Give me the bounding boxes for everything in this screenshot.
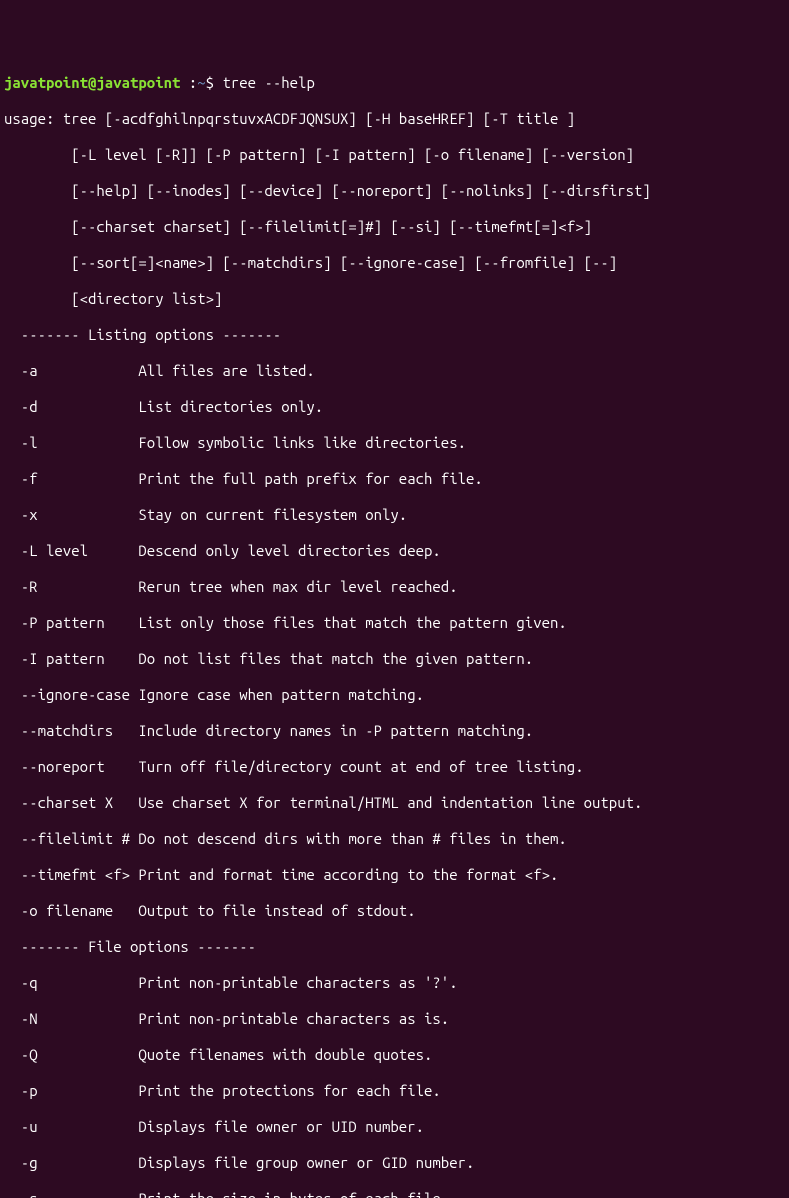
listing-header: ------- Listing options ------- bbox=[4, 326, 785, 344]
prompt-user-host: javatpoint@javatpoint bbox=[4, 74, 180, 91]
usage-line-1: [-L level [-R]] [-P pattern] [-I pattern… bbox=[4, 146, 785, 164]
listing-option-x: -x Stay on current filesystem only. bbox=[4, 506, 785, 524]
prompt-separator: : bbox=[180, 74, 197, 91]
listing-option-noreport: --noreport Turn off file/directory count… bbox=[4, 758, 785, 776]
file-option-N: -N Print non-printable characters as is. bbox=[4, 1010, 785, 1028]
listing-option-L: -L level Descend only level directories … bbox=[4, 542, 785, 560]
listing-option-d: -d List directories only. bbox=[4, 398, 785, 416]
file-option-u: -u Displays file owner or UID number. bbox=[4, 1118, 785, 1136]
usage-line-5: [<directory list>] bbox=[4, 290, 785, 308]
listing-option-R: -R Rerun tree when max dir level reached… bbox=[4, 578, 785, 596]
listing-option-filelimit: --filelimit # Do not descend dirs with m… bbox=[4, 830, 785, 848]
listing-option-matchdirs: --matchdirs Include directory names in -… bbox=[4, 722, 785, 740]
listing-option-charset: --charset X Use charset X for terminal/H… bbox=[4, 794, 785, 812]
listing-option-l: -l Follow symbolic links like directorie… bbox=[4, 434, 785, 452]
usage-line-0: usage: tree [-acdfghilnpqrstuvxACDFJQNSU… bbox=[4, 110, 785, 128]
listing-option-ignore-case: --ignore-case Ignore case when pattern m… bbox=[4, 686, 785, 704]
listing-option-o: -o filename Output to file instead of st… bbox=[4, 902, 785, 920]
file-option-p: -p Print the protections for each file. bbox=[4, 1082, 785, 1100]
file-header: ------- File options ------- bbox=[4, 938, 785, 956]
command-text: tree --help bbox=[222, 74, 314, 91]
listing-option-a: -a All files are listed. bbox=[4, 362, 785, 380]
usage-line-2: [--help] [--inodes] [--device] [--norepo… bbox=[4, 182, 785, 200]
file-option-g: -g Displays file group owner or GID numb… bbox=[4, 1154, 785, 1172]
prompt-line[interactable]: javatpoint@javatpoint :~$ tree --help bbox=[4, 74, 785, 92]
usage-line-4: [--sort[=]<name>] [--matchdirs] [--ignor… bbox=[4, 254, 785, 272]
listing-option-I: -I pattern Do not list files that match … bbox=[4, 650, 785, 668]
file-option-Q: -Q Quote filenames with double quotes. bbox=[4, 1046, 785, 1064]
usage-line-3: [--charset charset] [--filelimit[=]#] [-… bbox=[4, 218, 785, 236]
prompt-symbol: $ bbox=[206, 74, 223, 91]
file-option-q: -q Print non-printable characters as '?'… bbox=[4, 974, 785, 992]
listing-option-timefmt: --timefmt <f> Print and format time acco… bbox=[4, 866, 785, 884]
listing-option-f: -f Print the full path prefix for each f… bbox=[4, 470, 785, 488]
prompt-path: ~ bbox=[197, 74, 205, 91]
listing-option-P: -P pattern List only those files that ma… bbox=[4, 614, 785, 632]
file-option-s: -s Print the size in bytes of each file. bbox=[4, 1190, 785, 1198]
